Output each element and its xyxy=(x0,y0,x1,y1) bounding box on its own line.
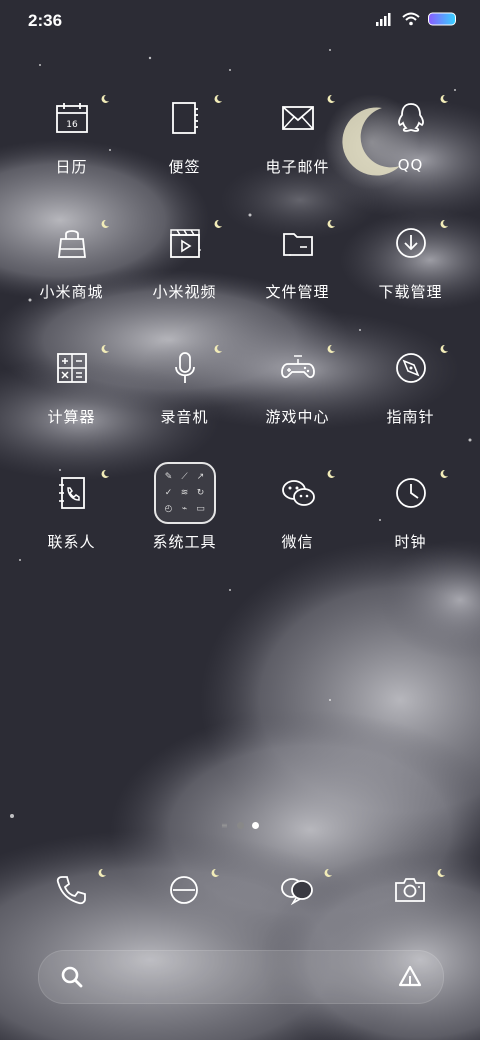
calendar-date: 16 xyxy=(66,120,78,130)
app-label: 录音机 xyxy=(160,408,209,426)
app-label: 系统工具 xyxy=(152,533,217,551)
app-label: 微信 xyxy=(281,533,314,551)
calculator-icon xyxy=(56,353,87,383)
moon-badge-icon xyxy=(440,344,448,353)
app-label: 下载管理 xyxy=(378,283,443,301)
moon-badge-icon xyxy=(440,94,448,103)
clock-icon xyxy=(395,478,426,508)
app-compass[interactable]: 指南针 xyxy=(354,338,467,427)
microphone-icon xyxy=(174,352,195,383)
mini-app-icon: ▭ xyxy=(196,504,205,514)
wechat-icon xyxy=(281,480,315,506)
moon-badge-icon xyxy=(101,469,109,478)
moon-badge-icon xyxy=(211,868,219,877)
moon-badge-icon xyxy=(440,469,448,478)
phone-icon xyxy=(56,876,86,905)
page-dot xyxy=(237,822,244,829)
app-qq[interactable]: QQ xyxy=(354,88,467,174)
moon-badge-icon xyxy=(214,219,222,228)
dock-camera[interactable] xyxy=(380,860,445,920)
camera-icon xyxy=(395,878,425,902)
moon-badge-icon xyxy=(437,868,445,877)
moon-badge-icon xyxy=(440,219,448,228)
app-file-manager[interactable]: 文件管理 xyxy=(241,213,354,302)
app-email[interactable]: 电子邮件 xyxy=(241,88,354,177)
moon-badge-icon xyxy=(98,868,106,877)
moon-badge-icon xyxy=(101,219,109,228)
app-contacts[interactable]: 联系人 xyxy=(15,463,128,552)
app-recorder[interactable]: 录音机 xyxy=(128,338,241,427)
search-bar[interactable] xyxy=(38,950,444,1004)
contacts-icon xyxy=(58,477,85,509)
moon-badge-icon xyxy=(327,469,335,478)
mini-app-icon: ✎ xyxy=(164,472,173,482)
dock-browser[interactable] xyxy=(154,860,219,920)
assistant-icon[interactable] xyxy=(397,964,423,990)
moon-badge-icon xyxy=(327,219,335,228)
mini-app-icon: ◴ xyxy=(164,504,173,514)
mini-app-icon: ≋ xyxy=(180,488,189,498)
dock-messages[interactable] xyxy=(267,860,332,920)
moon-badge-icon xyxy=(327,94,335,103)
wifi-icon xyxy=(402,12,420,26)
status-bar: 2:36 xyxy=(0,0,480,40)
page-indicator[interactable]: ≡ xyxy=(0,821,480,830)
app-wechat[interactable]: 微信 xyxy=(241,463,354,552)
mini-app-icon: ↻ xyxy=(196,488,205,498)
app-label: 文件管理 xyxy=(265,283,330,301)
moon-badge-icon xyxy=(214,94,222,103)
shopping-bag-icon xyxy=(57,230,86,258)
app-clock[interactable]: 时钟 xyxy=(354,463,467,552)
messages-icon xyxy=(281,878,313,906)
page-dot-active xyxy=(252,822,259,829)
calendar-icon: 16 xyxy=(55,103,88,133)
app-downloads[interactable]: 下载管理 xyxy=(354,213,467,302)
folder-tools-icon: ✎ ⟋ ↗ ✓ ≋ ↻ ◴ ⌁ ▭ xyxy=(153,462,216,524)
mini-app-icon: ✓ xyxy=(164,488,173,498)
mail-icon xyxy=(281,106,314,130)
dock-phone[interactable] xyxy=(41,860,106,920)
notes-icon xyxy=(171,102,198,134)
app-label: 游戏中心 xyxy=(265,408,330,426)
app-label: 小米视频 xyxy=(152,283,217,301)
app-label: 计算器 xyxy=(47,408,96,426)
app-label: 小米商城 xyxy=(39,283,104,301)
app-calendar[interactable]: 16 日历 xyxy=(15,88,128,177)
app-label: 便签 xyxy=(168,158,201,176)
home-page-indicator-icon: ≡ xyxy=(221,821,228,830)
signal-icon xyxy=(376,13,391,26)
app-label: 时钟 xyxy=(394,533,427,551)
moon-badge-icon xyxy=(324,868,332,877)
folder-icon xyxy=(282,233,313,256)
mini-app-icon: ↗ xyxy=(196,472,205,482)
video-icon xyxy=(169,229,200,258)
app-label: QQ xyxy=(397,156,424,174)
gamepad-icon xyxy=(280,355,315,379)
moon-badge-icon xyxy=(214,344,222,353)
moon-badge-icon xyxy=(101,94,109,103)
app-label: 联系人 xyxy=(47,533,96,551)
search-icon[interactable] xyxy=(59,964,85,990)
mini-app-icon: ⌁ xyxy=(181,504,188,514)
app-label: 电子邮件 xyxy=(265,158,330,176)
download-icon xyxy=(395,228,426,258)
status-time: 2:36 xyxy=(28,11,63,30)
mini-app-icon: ⟋ xyxy=(181,472,188,482)
compass-icon xyxy=(395,353,426,383)
app-notes[interactable]: 便签 xyxy=(128,88,241,177)
browser-icon xyxy=(170,876,198,904)
app-label: 指南针 xyxy=(386,408,435,426)
app-label: 日历 xyxy=(55,158,88,176)
app-mi-store[interactable]: 小米商城 xyxy=(15,213,128,302)
folder-system-tools[interactable]: ✎ ⟋ ↗ ✓ ≋ ↻ ◴ ⌁ ▭ 系统工具 xyxy=(128,459,241,552)
app-mi-video[interactable]: 小米视频 xyxy=(128,213,241,302)
moon-badge-icon xyxy=(327,344,335,353)
qq-icon xyxy=(397,103,424,132)
app-game-center[interactable]: 游戏中心 xyxy=(241,338,354,427)
battery-icon xyxy=(428,12,456,26)
moon-badge-icon xyxy=(101,344,109,353)
app-calculator[interactable]: 计算器 xyxy=(15,338,128,427)
dock xyxy=(0,860,480,920)
